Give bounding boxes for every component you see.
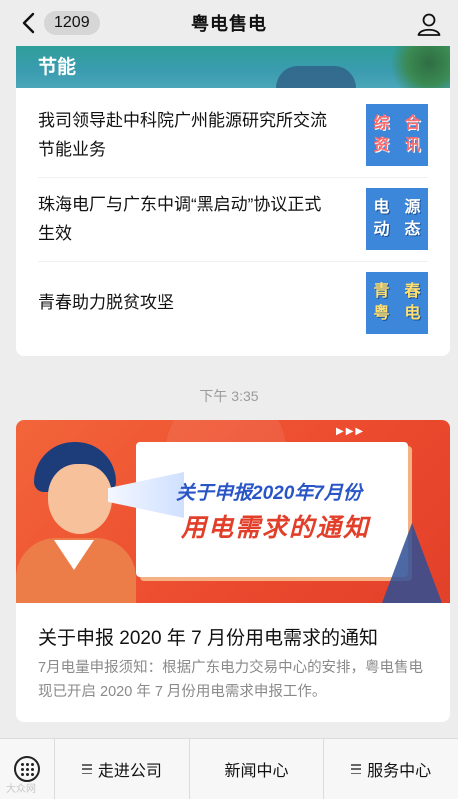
news-thumbnail: 青 春 粤 电	[366, 272, 428, 334]
article-cover-image: ▶▶▶ 关于申报2020年7月份 用电需求的通知	[16, 420, 450, 603]
bottom-menu-bar: 走进公司 新闻中心 服务中心	[0, 738, 458, 799]
thumb-char: 合	[404, 115, 421, 132]
thumb-char: 源	[404, 199, 421, 216]
article-summary: 7月电量申报须知：根据广东电力交易中心的安排，粤电售电现已开启 2020 年 7…	[38, 660, 424, 700]
submenu-icon	[351, 764, 362, 774]
thumb-char: 动	[373, 221, 390, 238]
news-item[interactable]: 珠海电厂与广东中调“黑启动”协议正式生效 电 源 动 态	[38, 188, 428, 250]
nav-bar: 1209 粤电售电	[0, 0, 458, 46]
menu-label: 走进公司	[97, 763, 162, 780]
divider	[38, 177, 428, 178]
article-title: 关于申报 2020 年 7 月份用电需求的通知	[38, 628, 378, 649]
thumb-char: 电	[373, 199, 390, 216]
menu-label: 服务中心	[367, 763, 432, 780]
article-banner-image[interactable]: 节能	[16, 46, 450, 88]
user-profile-icon[interactable]	[416, 11, 442, 37]
news-item[interactable]: 我司领导赴中科院广州能源研究所交流节能业务 综 合 资 讯	[38, 104, 428, 166]
cover-person-head	[48, 464, 112, 534]
cover-headline-line1: 关于申报2020年7月份	[176, 483, 362, 504]
banner-label: 节能	[38, 57, 77, 78]
submenu-icon	[81, 764, 92, 774]
article-card[interactable]: ▶▶▶ 关于申报2020年7月份 用电需求的通知 关于申报 2020 年 7 月…	[16, 420, 450, 722]
news-thumbnail: 电 源 动 态	[366, 188, 428, 250]
thumb-char: 电	[404, 305, 421, 322]
thumb-char: 粤	[373, 305, 390, 322]
banner-plant-decoration	[380, 46, 450, 88]
page-title: 粤电售电	[191, 14, 267, 34]
divider	[38, 261, 428, 262]
cover-headline-line2: 用电需求的通知	[181, 514, 371, 542]
thumb-char: 春	[404, 283, 421, 300]
article-list-card: 节能 我司领导赴中科院广州能源研究所交流节能业务 综 合 资 讯 珠海电厂与广东…	[16, 46, 450, 356]
thumb-char: 青	[373, 283, 390, 300]
unread-count-badge: 1209	[44, 11, 100, 35]
news-title: 青春助力脱贫攻坚	[38, 293, 174, 312]
menu-item-service[interactable]: 服务中心	[324, 739, 458, 799]
menu-item-about[interactable]: 走进公司	[55, 739, 190, 799]
menu-label: 新闻中心	[224, 763, 289, 780]
news-item[interactable]: 青春助力脱贫攻坚 青 春 粤 电	[38, 272, 428, 334]
news-title: 我司领导赴中科院广州能源研究所交流节能业务	[38, 111, 327, 159]
chevron-left-icon	[22, 12, 35, 34]
back-button[interactable]: 1209	[16, 8, 100, 38]
cover-arrows-decoration: ▶▶▶	[336, 426, 366, 437]
news-title: 珠海电厂与广东中调“黑启动”协议正式生效	[38, 195, 322, 243]
banner-decoration	[276, 66, 356, 88]
menu-item-news[interactable]: 新闻中心	[190, 739, 325, 799]
keyboard-icon	[14, 756, 40, 782]
thumb-char: 讯	[404, 137, 421, 154]
thumb-char: 综	[373, 115, 390, 132]
thumb-char: 态	[404, 221, 421, 238]
thumb-char: 资	[373, 137, 390, 154]
watermark: 大众网	[6, 784, 36, 795]
message-timestamp: 下午 3:35	[199, 388, 259, 404]
news-thumbnail: 综 合 资 讯	[366, 104, 428, 166]
